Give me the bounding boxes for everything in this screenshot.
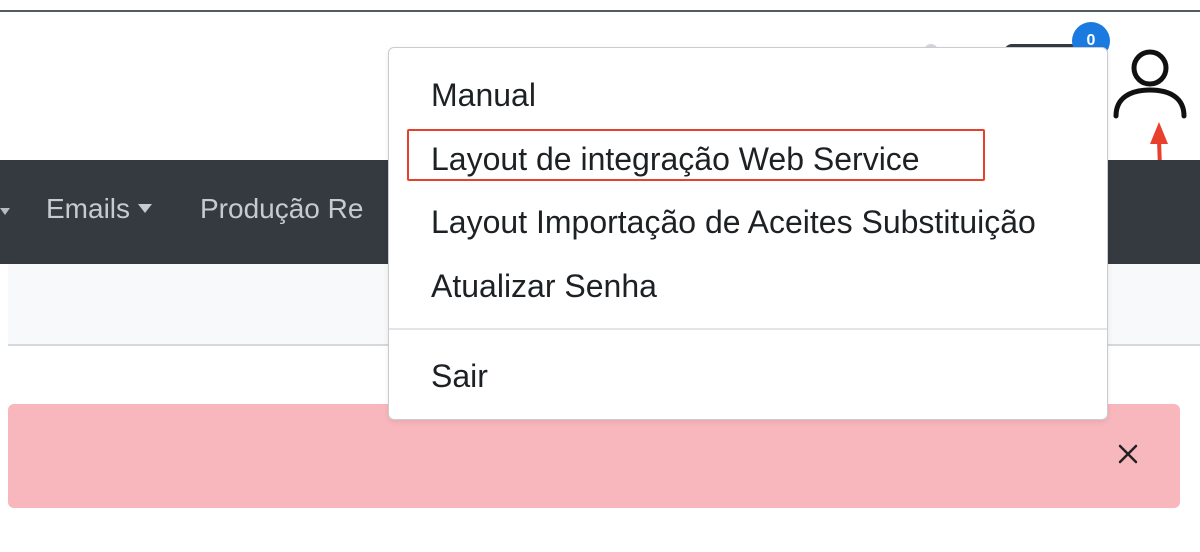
user-icon[interactable] [1110, 46, 1190, 120]
close-icon[interactable] [1112, 438, 1144, 470]
nav-item-label: Produção Re [200, 193, 364, 224]
nav-item-label: Emails [46, 193, 131, 224]
menu-item-layout-web-service[interactable]: Layout de integração Web Service [431, 139, 920, 179]
menu-item-manual[interactable]: Manual [431, 75, 536, 115]
nav-item-producao[interactable]: Produção Re [200, 193, 363, 225]
menu-item-layout-importacao[interactable]: Layout Importação de Aceites Substituiçã… [431, 202, 1036, 242]
menu-item-sair[interactable]: Sair [431, 356, 488, 396]
menu-item-atualizar-senha[interactable]: Atualizar Senha [431, 266, 657, 306]
user-dropdown-menu: Manual Layout de integração Web Service … [388, 47, 1108, 420]
chevron-down-icon [0, 208, 10, 215]
chevron-down-icon [138, 204, 153, 214]
top-divider [0, 10, 1200, 12]
menu-divider [389, 328, 1107, 330]
nav-item-emails[interactable]: Emails [46, 193, 153, 225]
